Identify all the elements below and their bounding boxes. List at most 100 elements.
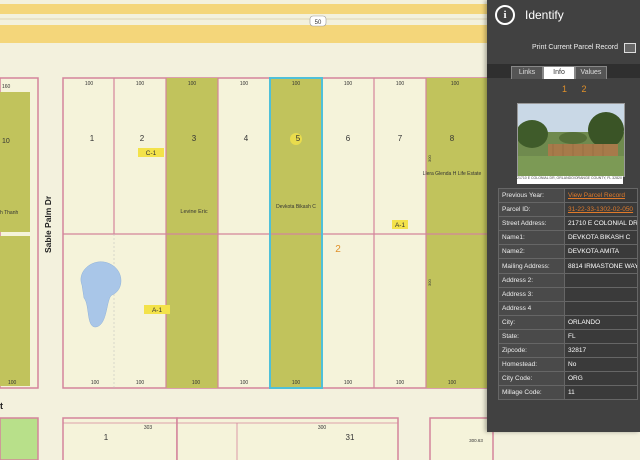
- lot-5-zoned-fill: [270, 78, 322, 388]
- attribute-value: [564, 300, 638, 316]
- attribute-key: Homestead:: [498, 357, 565, 373]
- lot-6-number: 6: [346, 134, 351, 143]
- panel-tabs: Links Info Values: [487, 64, 640, 79]
- zoning-badge-c1: C-1: [146, 150, 157, 157]
- identify-panel: i Identify Print Current Parcel Record L…: [487, 0, 640, 432]
- park-parcel[interactable]: [0, 417, 39, 460]
- attribute-value: ORLANDO: [564, 314, 638, 330]
- print-parcel-record-label[interactable]: Print Current Parcel Record: [532, 44, 618, 51]
- attribute-value: 11: [564, 385, 638, 401]
- lot-7-frontage-top: 100: [396, 81, 405, 87]
- attribute-row: State: FL: [498, 328, 638, 345]
- attribute-key: Mailing Address:: [498, 258, 565, 274]
- bottom-lot-1-number: 1: [104, 433, 109, 442]
- attribute-row: City: ORLANDO: [498, 314, 638, 330]
- bottom-lot-31-number: 31: [346, 433, 355, 442]
- attribute-value: FL: [564, 328, 638, 345]
- attribute-row: Name2: DEVKOTA AMITA: [498, 244, 638, 260]
- attribute-row: Homestead: No: [498, 357, 638, 373]
- attribute-row: Address 4: [498, 300, 638, 316]
- attribute-value: 8814 IRMASTONE WAY: [564, 258, 638, 274]
- attribute-link[interactable]: 31-22-33-1302-02-050: [564, 202, 638, 218]
- attribute-key: Address 3:: [498, 286, 565, 302]
- attribute-row: Zipcode: 32817: [498, 343, 638, 359]
- lot-3-number: 3: [192, 134, 197, 143]
- attribute-row: Parcel ID: 31-22-33-1302-02-050: [498, 202, 638, 218]
- lot-1-frontage-top: 100: [85, 81, 94, 87]
- attribute-key: Address 4: [498, 300, 565, 316]
- attribute-value: DEVKOTA AMITA: [564, 244, 638, 260]
- road-shield-label: 50: [315, 20, 322, 26]
- attribute-key: Address 2:: [498, 272, 565, 288]
- lot-8-frontage-bottom: 100: [448, 380, 457, 386]
- attribute-key: Parcel ID:: [498, 202, 565, 218]
- print-parcel-record[interactable]: Print Current Parcel Record: [487, 40, 640, 56]
- attribute-value: 32817: [564, 343, 638, 359]
- street-label: Sable Palm Dr: [43, 195, 53, 253]
- lot-4-frontage-bottom: 100: [240, 380, 249, 386]
- info-icon[interactable]: i: [495, 5, 515, 25]
- lot-3-zoned-fill: [166, 78, 218, 388]
- block-number: 2: [335, 244, 341, 255]
- attribute-value: [564, 286, 638, 302]
- attribute-link[interactable]: View Parcel Record: [564, 187, 638, 204]
- attribute-key: Street Address:: [498, 216, 565, 232]
- attribute-row: Address 3:: [498, 286, 638, 302]
- attribute-value: DEVKOTA BIKASH C: [564, 230, 638, 246]
- zoning-badge-a1-lot7: A-1: [395, 222, 406, 229]
- attribute-value: No: [564, 357, 638, 373]
- lot-3-frontage-bottom: 100: [192, 380, 201, 386]
- attribute-row: City Code: ORG: [498, 371, 638, 387]
- property-photo[interactable]: [517, 103, 625, 177]
- lot-5-number-highlighted: 5: [296, 134, 301, 143]
- attribute-value: [564, 272, 638, 288]
- tab-links[interactable]: Links: [511, 66, 543, 79]
- lot-2-frontage-bottom: 100: [136, 380, 145, 386]
- attribute-row: Previous Year: View Parcel Record: [498, 187, 638, 204]
- lot-7-number: 7: [398, 134, 403, 143]
- panel-header: i Identify: [487, 0, 640, 30]
- attribute-key: Zipcode:: [498, 343, 565, 359]
- print-icon[interactable]: [624, 43, 636, 53]
- lot-8-number: 8: [450, 134, 455, 143]
- lot-6-frontage-top: 100: [344, 81, 353, 87]
- lot-7-depth: 300: [427, 279, 432, 286]
- lot-3-owner: Levine Eric: [180, 209, 207, 215]
- road-shield: 50: [309, 15, 327, 27]
- lot-7-frontage-bottom: 100: [396, 380, 405, 386]
- attribute-row: Millage Code: 11: [498, 385, 638, 401]
- lot-8-depth: 300: [427, 155, 432, 162]
- left-lot-frontage-bottom: 100: [8, 380, 17, 386]
- attribute-value: 21710 E COLONIAL DR: [564, 216, 638, 232]
- attribute-row: Street Address: 21710 E COLONIAL DR: [498, 216, 638, 232]
- tab-info[interactable]: Info: [543, 66, 575, 79]
- bottom-right-depth: 300.63: [469, 438, 483, 443]
- lot-2-number: 2: [140, 134, 145, 143]
- lot-8-zoned-fill: [426, 78, 493, 388]
- record-pager[interactable]: 1 2: [562, 84, 593, 94]
- lot-1-number: 1: [90, 134, 95, 143]
- zoning-badge-a1-lot2: A-1: [152, 307, 163, 314]
- lot-4-frontage-top: 100: [240, 81, 249, 87]
- lot-8-owner: Llera Glenda H Life Estate: [423, 171, 482, 177]
- tab-values[interactable]: Values: [575, 66, 607, 79]
- attribute-key: Name2:: [498, 244, 565, 260]
- attribute-key: Millage Code:: [498, 385, 565, 401]
- lot-4-number: 4: [244, 134, 249, 143]
- attribute-value: ORG: [564, 371, 638, 387]
- street-label-partial: t: [0, 401, 3, 411]
- attribute-key: Previous Year:: [498, 187, 565, 204]
- photo-caption: 21710 E COLONIAL DR, ORLANDO/ORANGE COUN…: [517, 176, 623, 184]
- lot-5-frontage-bottom: 100: [292, 380, 301, 386]
- attribute-row: Name1: DEVKOTA BIKASH C: [498, 230, 638, 246]
- parcel-attributes-table: Previous Year: View Parcel Record Parcel I…: [498, 187, 638, 401]
- lot-6-frontage-bottom: 100: [344, 380, 353, 386]
- lot-8-frontage-top: 100: [451, 81, 460, 87]
- lot-1-frontage-bottom: 100: [91, 380, 100, 386]
- attribute-key: Name1:: [498, 230, 565, 246]
- attribute-key: City:: [498, 314, 565, 330]
- left-lot-owner: h Thanh: [0, 210, 18, 216]
- attribute-key: State:: [498, 328, 565, 345]
- lot-2-frontage-top: 100: [136, 81, 145, 87]
- lot-5-owner: Devkota Bikash C: [276, 204, 316, 210]
